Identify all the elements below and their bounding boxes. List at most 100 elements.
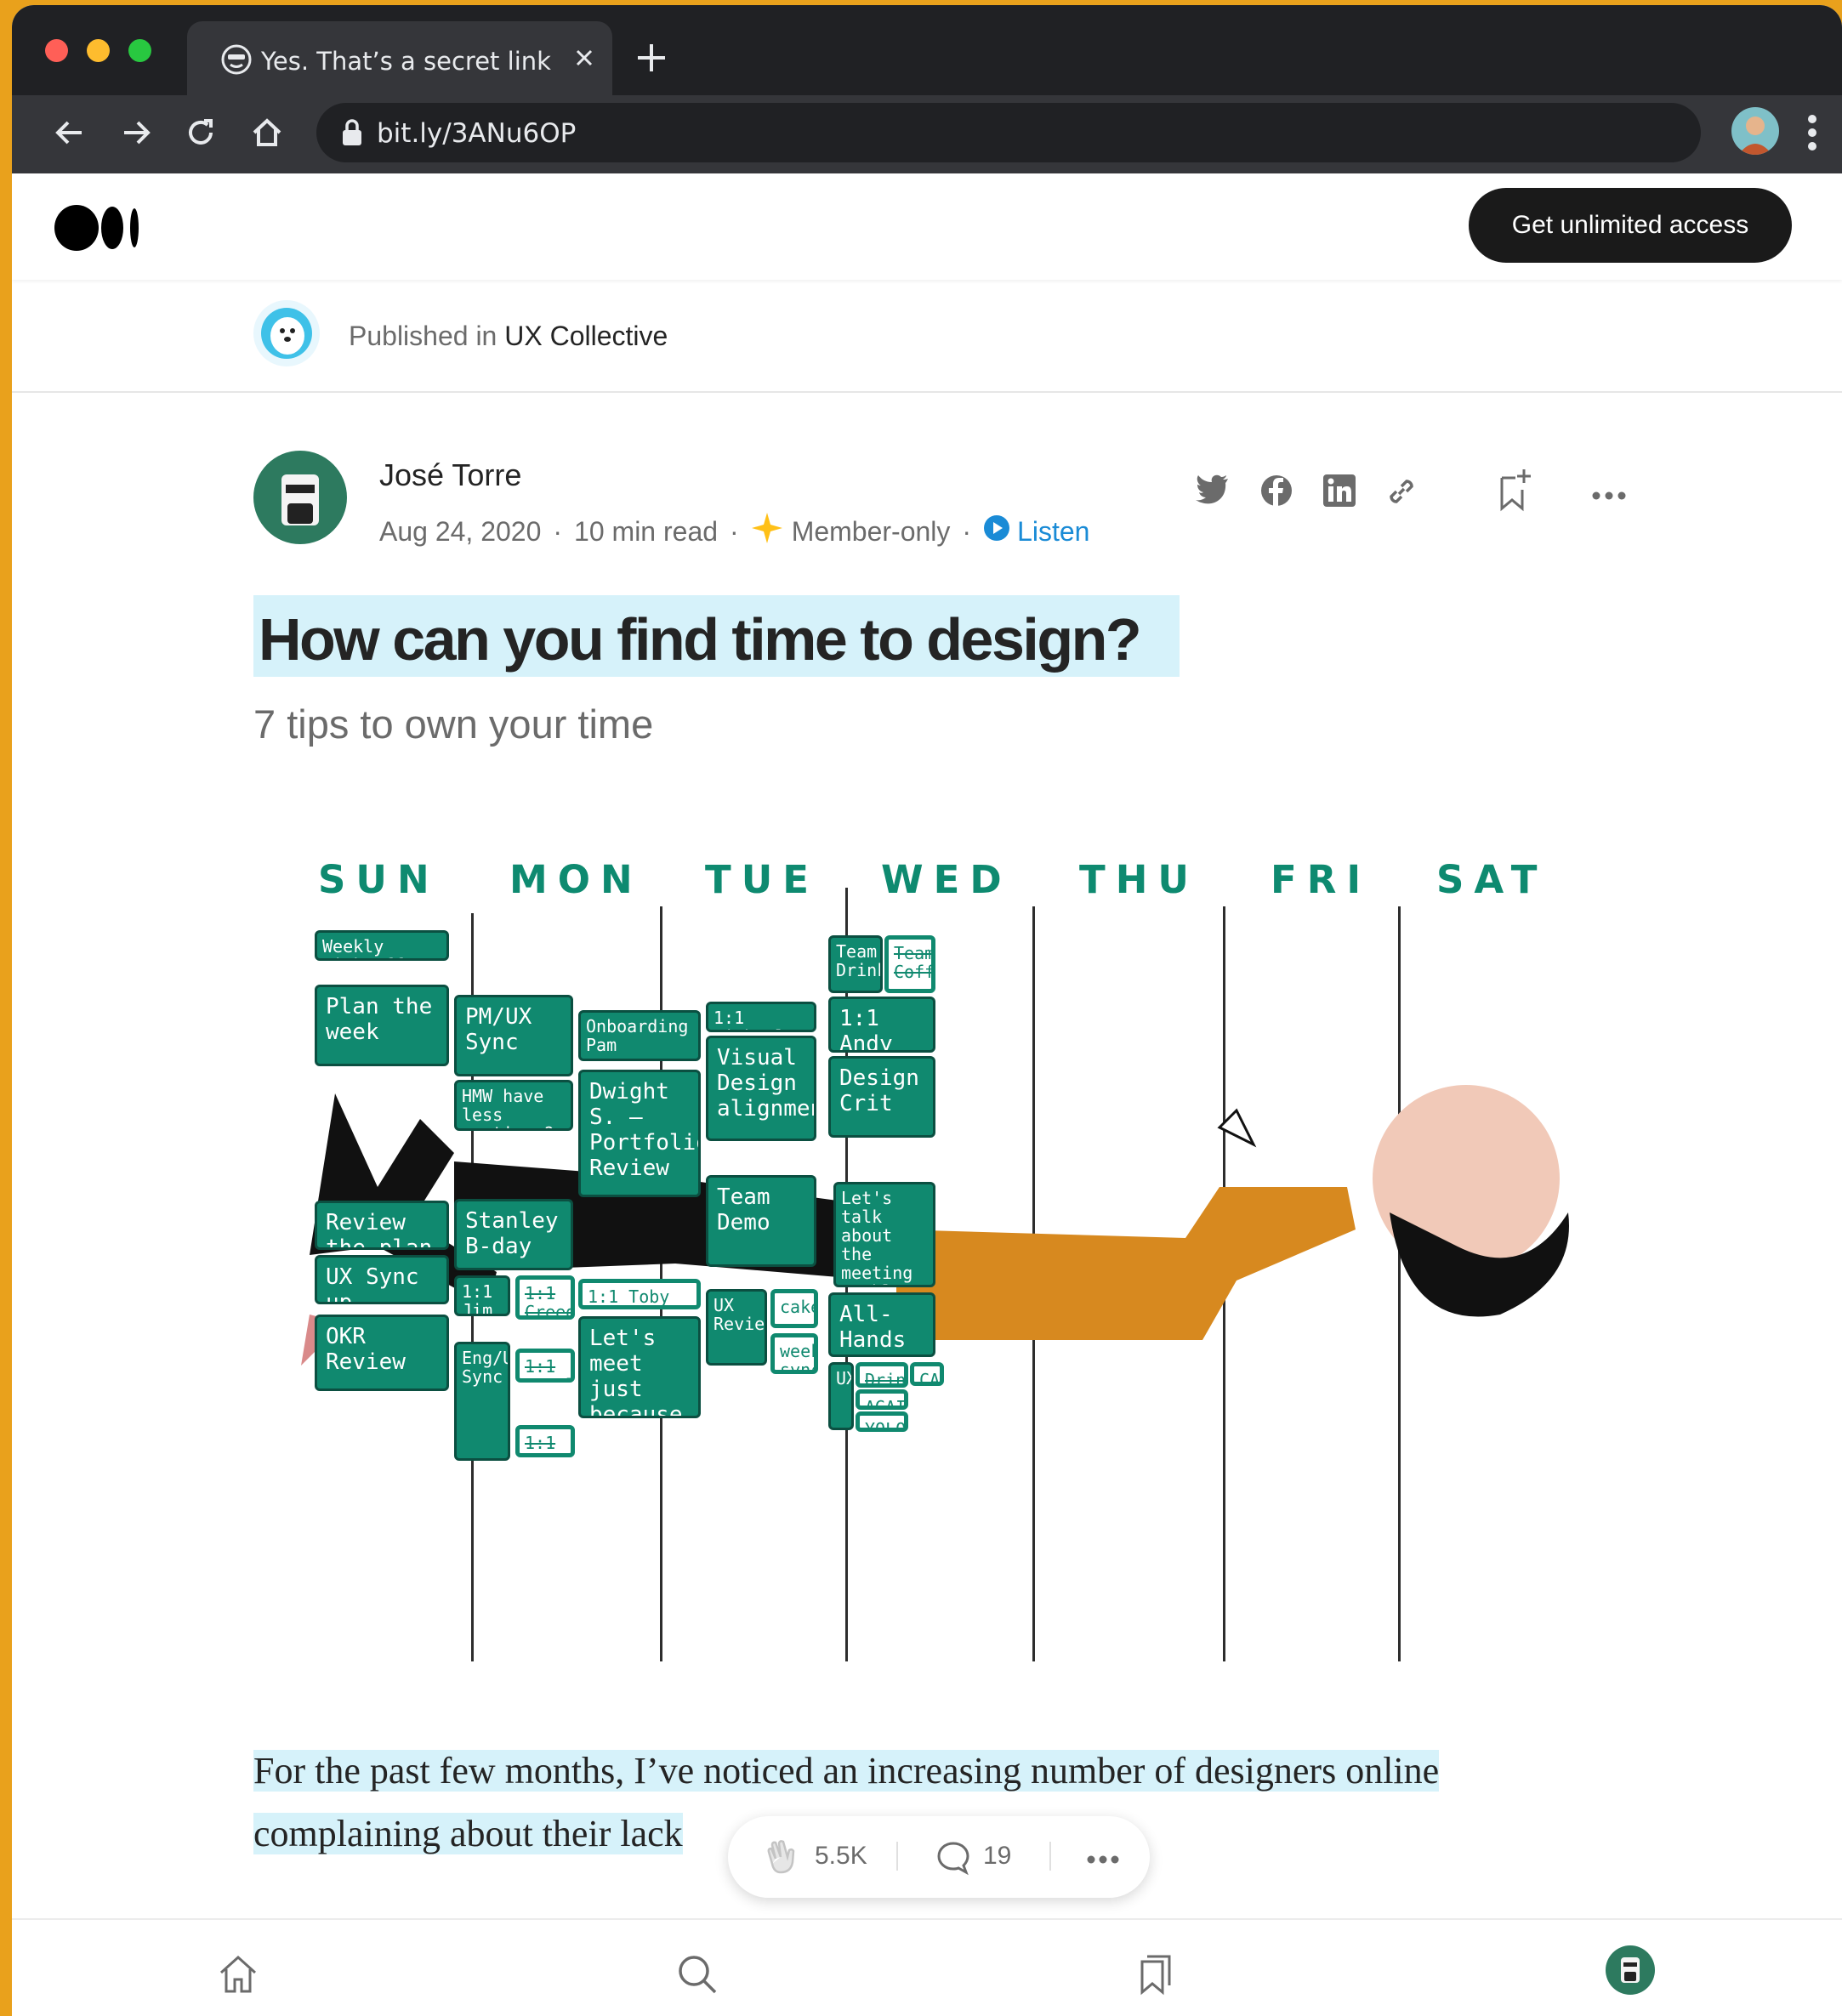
day-label: THU: [1079, 857, 1199, 902]
lock-icon: [340, 118, 364, 150]
paragraph-line: complaining about their lack: [253, 1813, 683, 1854]
publication-bar: Published in UX Collective: [12, 280, 1842, 393]
event-block: 1:1 Angela: [515, 1349, 575, 1383]
publication-avatar[interactable]: [253, 300, 320, 366]
read-time: 10 min read: [574, 515, 719, 547]
calendar-illustration: SUN MON TUE WED THU FRI SAT Weekly Kick-…: [267, 847, 1611, 1672]
reload-icon[interactable]: [179, 111, 223, 155]
close-window-button[interactable]: [45, 39, 68, 62]
clap-icon[interactable]: [764, 1838, 801, 1879]
event-block: OKR Review: [315, 1315, 449, 1391]
event-block: 1:1 Andy: [828, 997, 935, 1053]
linkedin-icon[interactable]: [1323, 474, 1356, 510]
home-icon[interactable]: [245, 111, 289, 155]
member-only-label: Member-only: [791, 515, 951, 547]
event-block: UX Review: [706, 1289, 767, 1366]
event-block: YOLO: [856, 1411, 908, 1432]
divider: [896, 1842, 898, 1871]
bookmark-add-icon[interactable]: [1497, 468, 1532, 515]
article-meta: Aug 24, 2020 · 10 min read · Member-only…: [379, 512, 1089, 551]
day-label: FRI: [1271, 857, 1372, 902]
twitter-icon[interactable]: [1196, 474, 1230, 508]
event-block: 1:1 Toby: [578, 1279, 701, 1309]
user-avatar[interactable]: [1606, 1945, 1655, 1995]
event-block: All-Hands: [828, 1292, 935, 1357]
event-block: Drink: [856, 1362, 908, 1388]
article-subtitle: 7 tips to own your time: [253, 701, 654, 747]
event-block: Let's talk about the meeting Problem: [833, 1182, 935, 1287]
event-block: 1:1 Jim: [454, 1275, 510, 1316]
day-label: SUN: [318, 857, 440, 902]
event-block: Eng/UX Sync: [454, 1342, 510, 1461]
comment-count: 19: [983, 1842, 1012, 1870]
url-text: bit.ly/3ANu6OP: [377, 118, 577, 149]
close-tab-icon[interactable]: [571, 45, 597, 74]
tab-bar: Yes. That’s a secret link: [12, 5, 1842, 95]
event-block: 1:1 Creed: [515, 1275, 575, 1320]
divider: [1049, 1842, 1051, 1871]
event-block: Team Demo: [706, 1175, 816, 1267]
publish-date: Aug 24, 2020: [379, 515, 542, 547]
back-icon[interactable]: [48, 111, 92, 155]
floating-action-bar: 5.5K 19: [728, 1816, 1150, 1898]
maximize-window-button[interactable]: [128, 39, 151, 62]
address-bar[interactable]: bit.ly/3ANu6OP: [316, 103, 1701, 162]
more-actions-icon[interactable]: [1087, 1852, 1119, 1868]
event-block: Dwight S. – Portfolio Review: [578, 1070, 701, 1197]
event-block: Team Drinks: [828, 935, 883, 993]
tab-title: Yes. That’s a secret link: [261, 47, 551, 76]
day-label: MON: [509, 857, 643, 902]
comment-icon[interactable]: [935, 1840, 971, 1879]
event-block: Onboarding Pam: [578, 1010, 701, 1061]
event-block: Plan the week: [315, 985, 449, 1066]
clap-count: 5.5K: [815, 1842, 867, 1870]
listen-button[interactable]: Listen: [1017, 516, 1089, 548]
event-block: UX Sync up: [315, 1255, 449, 1304]
home-icon[interactable]: [213, 1949, 264, 2000]
event-block: Let's meet just because: [578, 1316, 701, 1418]
event-block: Visual Design alignment: [706, 1036, 816, 1141]
event-block: 1:1 Ryan: [515, 1425, 575, 1457]
author-name[interactable]: José Torre: [379, 457, 521, 493]
publication-link[interactable]: UX Collective: [504, 321, 668, 351]
star-icon: [751, 512, 783, 551]
published-in-text: Published in UX Collective: [349, 321, 668, 352]
forward-icon[interactable]: [114, 111, 158, 155]
medium-logo-icon[interactable]: [54, 204, 143, 255]
browser-window: Yes. That’s a secret link bit.ly/3ANu6OP: [12, 5, 1842, 2016]
bottom-nav: [12, 1918, 1842, 2016]
published-prefix: Published in: [349, 321, 497, 351]
event-block: cake: [770, 1289, 818, 1328]
bookmarks-icon[interactable]: [1131, 1949, 1182, 2000]
event-block: CAKE: [910, 1362, 944, 1386]
event-block: Stanley B-day: [454, 1199, 573, 1270]
event-block: Weekly Kick-off: [315, 930, 449, 961]
minimize-window-button[interactable]: [87, 39, 110, 62]
event-block: Design Crit: [828, 1056, 935, 1138]
event-block: 1:1 Michael S.: [706, 1002, 816, 1032]
site-header: Get unlimited access: [12, 173, 1842, 280]
profile-avatar[interactable]: [1731, 107, 1779, 155]
tab-active[interactable]: Yes. That’s a secret link: [187, 21, 612, 95]
event-block: AGAIN: [856, 1389, 908, 1410]
day-label: TUE: [705, 857, 819, 902]
author-avatar[interactable]: [253, 451, 347, 544]
day-label: SAT: [1436, 857, 1548, 902]
copy-link-icon[interactable]: [1384, 474, 1418, 512]
play-icon[interactable]: [983, 514, 1010, 548]
favicon-icon: [220, 43, 253, 79]
day-label: WED: [881, 857, 1012, 902]
paragraph-line: For the past few months, I’ve noticed an…: [253, 1750, 1440, 1792]
new-tab-icon[interactable]: [634, 41, 668, 78]
event-block: UX: [828, 1362, 854, 1430]
event-block: Review the plan: [315, 1201, 449, 1250]
more-vert-icon[interactable]: [1806, 114, 1818, 155]
event-block: HMW have less meetings?: [454, 1080, 573, 1131]
event-block: Team Coffee: [884, 935, 935, 993]
article-title: How can you find time to design?: [259, 606, 1142, 673]
get-unlimited-access-button[interactable]: Get unlimited access: [1469, 188, 1792, 263]
search-icon[interactable]: [672, 1949, 723, 2000]
facebook-icon[interactable]: [1260, 474, 1293, 510]
event-block: PM/UX Sync: [454, 995, 573, 1076]
more-options-icon[interactable]: [1592, 488, 1626, 504]
